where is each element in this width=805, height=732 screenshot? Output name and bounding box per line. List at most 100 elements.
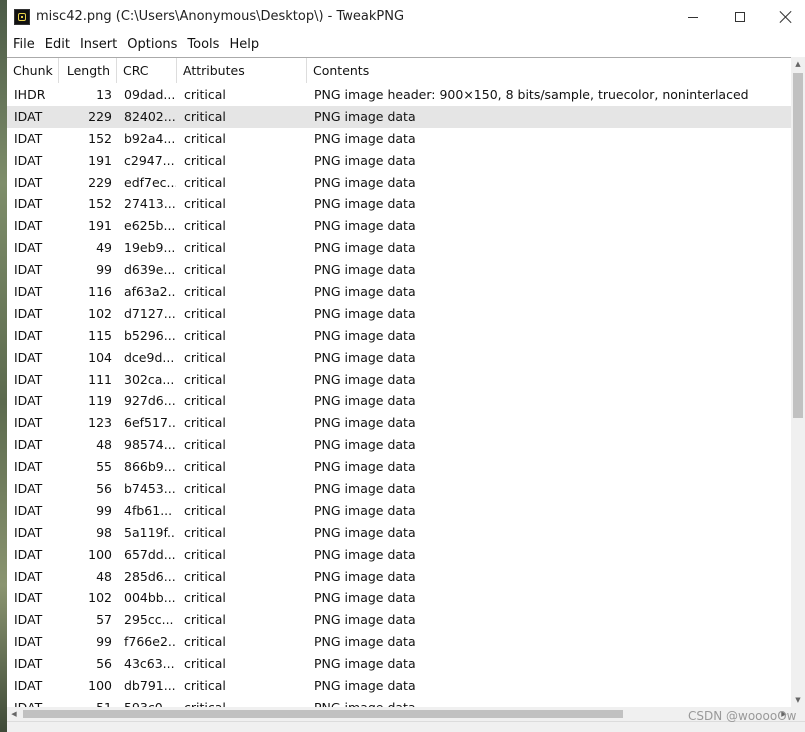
cell-attributes: critical: [184, 612, 226, 628]
horizontal-scroll-thumb[interactable]: [23, 710, 623, 718]
table-row[interactable]: IDAT 111 302ca... critical PNG image data: [7, 369, 791, 391]
table-row[interactable]: IDAT 100 db791... critical PNG image data: [7, 675, 791, 697]
menu-tools[interactable]: Tools: [182, 35, 224, 55]
tweakpng-window: misc42.png (C:\Users\Anonymous\Desktop\)…: [7, 0, 805, 732]
cell-chunk: IDAT: [14, 284, 43, 300]
cell-length: 55: [96, 459, 112, 475]
cell-crc: f766e2...: [124, 634, 176, 650]
table-row[interactable]: IDAT 116 af63a2... critical PNG image data: [7, 281, 791, 303]
table-row[interactable]: IHDR 13 09dad... critical PNG image header: …: [7, 84, 791, 106]
menu-options[interactable]: Options: [122, 35, 182, 55]
cell-contents: PNG image data: [314, 152, 416, 168]
column-header-contents[interactable]: Contents: [307, 58, 791, 83]
cell-chunk: IDAT: [14, 656, 43, 672]
table-row[interactable]: IDAT 102 004bb... critical PNG image data: [7, 587, 791, 609]
chunk-list[interactable]: Chunk Length CRC Attributes Contents IHD…: [7, 57, 791, 708]
cell-chunk: IDAT: [14, 262, 43, 278]
cell-length: 123: [88, 415, 112, 431]
cell-crc: 004bb...: [124, 590, 176, 606]
table-row[interactable]: IDAT 99 f766e2... critical PNG image data: [7, 631, 791, 653]
cell-attributes: critical: [184, 437, 226, 453]
cell-chunk: IDAT: [14, 152, 43, 168]
cell-contents: PNG image data: [314, 590, 416, 606]
cell-chunk: IDAT: [14, 130, 43, 146]
table-row[interactable]: IDAT 99 4fb61... critical PNG image data: [7, 500, 791, 522]
cell-crc: e625b...: [124, 218, 176, 234]
cell-chunk: IDAT: [14, 546, 43, 562]
maximize-button[interactable]: [717, 0, 763, 34]
table-row[interactable]: IDAT 49 19eb9... critical PNG image data: [7, 237, 791, 259]
table-row[interactable]: IDAT 229 edf7ec... critical PNG image data: [7, 172, 791, 194]
table-row[interactable]: IDAT 99 d639e... critical PNG image data: [7, 259, 791, 281]
cell-attributes: critical: [184, 656, 226, 672]
column-header-chunk[interactable]: Chunk: [7, 58, 59, 83]
cell-length: 115: [88, 327, 112, 343]
scroll-down-icon[interactable]: ▼: [791, 693, 805, 707]
cell-attributes: critical: [184, 568, 226, 584]
title-bar[interactable]: misc42.png (C:\Users\Anonymous\Desktop\)…: [7, 0, 805, 34]
cell-contents: PNG image data: [314, 459, 416, 475]
cell-length: 100: [88, 678, 112, 694]
table-row[interactable]: IDAT 48 285d6... critical PNG image data: [7, 566, 791, 588]
vertical-scroll-thumb[interactable]: [793, 73, 803, 418]
cell-chunk: IDAT: [14, 524, 43, 540]
vertical-scrollbar[interactable]: ▲ ▼: [791, 57, 805, 707]
table-row[interactable]: IDAT 100 657dd... critical PNG image data: [7, 544, 791, 566]
cell-chunk: IDAT: [14, 108, 43, 124]
table-row[interactable]: IDAT 55 866b9... critical PNG image data: [7, 456, 791, 478]
column-header-crc[interactable]: CRC: [117, 58, 177, 83]
table-row[interactable]: IDAT 98 5a119f... critical PNG image data: [7, 522, 791, 544]
tweakpng-app-icon[interactable]: [14, 9, 30, 25]
cell-crc: 98574...: [124, 437, 176, 453]
minimize-button[interactable]: [670, 0, 716, 34]
cell-chunk: IDAT: [14, 437, 43, 453]
table-row[interactable]: IDAT 57 295cc... critical PNG image data: [7, 609, 791, 631]
table-row[interactable]: IDAT 229 82402... critical PNG image data: [7, 105, 791, 128]
cell-crc: 866b9...: [124, 459, 176, 475]
cell-contents: PNG image data: [314, 108, 416, 124]
cell-chunk: IDAT: [14, 305, 43, 321]
scroll-left-icon[interactable]: ◀: [7, 707, 21, 721]
cell-chunk: IDAT: [14, 568, 43, 584]
table-row[interactable]: IDAT 56 b7453... critical PNG image data: [7, 478, 791, 500]
horizontal-scrollbar[interactable]: ◀ ▶: [7, 707, 791, 721]
cell-attributes: critical: [184, 240, 226, 256]
close-button[interactable]: [763, 0, 805, 34]
cell-attributes: critical: [184, 305, 226, 321]
cell-crc: 927d6...: [124, 393, 176, 409]
table-row[interactable]: IDAT 119 927d6... critical PNG image data: [7, 390, 791, 412]
menu-file[interactable]: File: [7, 35, 40, 55]
scroll-up-icon[interactable]: ▲: [791, 57, 805, 71]
column-header-attributes[interactable]: Attributes: [177, 58, 307, 83]
cell-crc: 295cc...: [124, 612, 174, 628]
table-row[interactable]: IDAT 152 b92a4... critical PNG image data: [7, 128, 791, 150]
cell-length: 119: [88, 393, 112, 409]
column-header-length[interactable]: Length: [59, 58, 117, 83]
cell-contents: PNG image data: [314, 502, 416, 518]
cell-length: 56: [96, 481, 112, 497]
menu-help[interactable]: Help: [224, 35, 264, 55]
cell-contents: PNG image data: [314, 393, 416, 409]
table-row[interactable]: IDAT 102 d7127... critical PNG image data: [7, 303, 791, 325]
table-row[interactable]: IDAT 123 6ef517... critical PNG image data: [7, 412, 791, 434]
window-title: misc42.png (C:\Users\Anonymous\Desktop\)…: [36, 9, 405, 24]
cell-length: 99: [96, 262, 112, 278]
cell-length: 13: [96, 87, 112, 102]
table-row[interactable]: IDAT 115 b5296... critical PNG image data: [7, 325, 791, 347]
table-row[interactable]: IDAT 104 dce9d... critical PNG image data: [7, 347, 791, 369]
cell-crc: 302ca...: [124, 371, 175, 387]
menu-edit[interactable]: Edit: [40, 35, 75, 55]
cell-attributes: critical: [184, 590, 226, 606]
menu-insert[interactable]: Insert: [75, 35, 122, 55]
table-row[interactable]: IDAT 191 c2947... critical PNG image data: [7, 150, 791, 172]
table-row[interactable]: IDAT 48 98574... critical PNG image data: [7, 434, 791, 456]
cell-length: 102: [88, 590, 112, 606]
cell-attributes: critical: [184, 349, 226, 365]
cell-crc: 5a119f...: [124, 524, 176, 540]
table-row[interactable]: IDAT 56 43c63... critical PNG image data: [7, 653, 791, 675]
table-row[interactable]: IDAT 152 27413... critical PNG image data: [7, 193, 791, 215]
cell-length: 102: [88, 305, 112, 321]
cell-length: 152: [88, 196, 112, 212]
column-header-row: Chunk Length CRC Attributes Contents: [7, 58, 791, 83]
table-row[interactable]: IDAT 191 e625b... critical PNG image data: [7, 215, 791, 237]
